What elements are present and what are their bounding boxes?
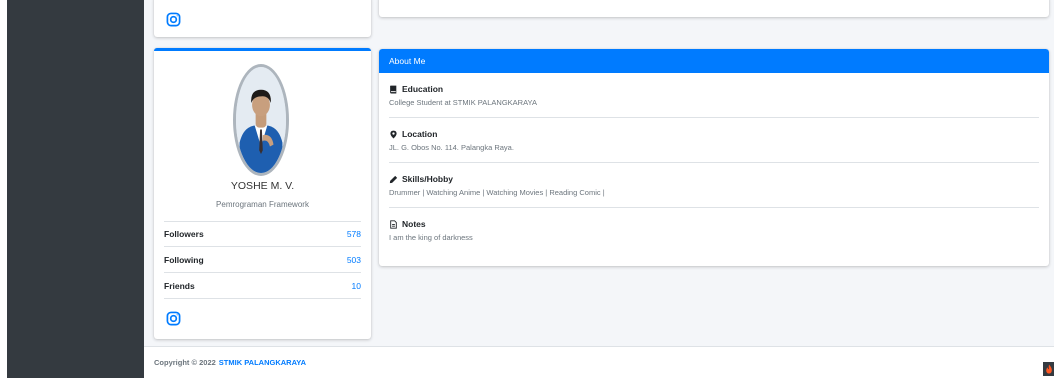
stat-label: Friends [164,280,195,291]
followers-count-link[interactable]: 578 [347,229,361,239]
book-icon [389,85,398,94]
about-item-notes: Notes I am the king of darkness [389,208,1039,253]
stat-label: Following [164,254,204,265]
about-card-header: About Me [379,49,1049,73]
education-text: College Student at STMIK PALANGKARAYA [389,98,537,107]
map-marker-icon [389,130,398,139]
flame-icon [1045,364,1052,374]
about-item-education: Education College Student at STMIK PALAN… [389,73,1039,118]
stat-friends: Friends 10 [164,273,361,299]
file-icon [389,219,398,229]
profile-name: YOSHE M. V. [230,180,295,192]
stat-followers: Followers 578 [164,221,361,247]
instagram-icon[interactable] [166,12,181,27]
about-me-card: About Me Education College Student at ST… [379,49,1049,266]
profile-card: YOSHE M. V. Pemrograman Framework Follow… [154,48,371,339]
app-frame: YOSHE M. V. Pemrograman Framework Follow… [0,0,1054,378]
profile-card-previous [154,0,371,37]
about-item-title: Education [389,84,1039,94]
about-item-title: Skills/Hobby [389,174,1039,184]
education-title: Education [402,84,444,94]
profile-stats: Followers 578 Following 503 Friends 10 [164,221,361,299]
instagram-icon[interactable] [166,311,181,326]
main-content: YOSHE M. V. Pemrograman Framework Follow… [144,0,1054,346]
corner-badge[interactable] [1043,362,1054,376]
friends-count-link[interactable]: 10 [352,281,361,291]
profile-subtitle: Pemrograman Framework [216,200,309,209]
stat-label: Followers [164,229,204,239]
notes-text: I am the king of darkness [389,233,473,242]
following-count-link[interactable]: 503 [347,255,361,265]
copyright-text: Copyright © 2022 [154,358,216,367]
about-item-skills: Skills/Hobby Drummer | Watching Anime | … [389,163,1039,208]
about-item-title: Location [389,129,1039,139]
skills-text: Drummer | Watching Anime | Watching Movi… [389,188,605,197]
sidebar [7,0,144,378]
location-text: JL. G. Obos No. 114. Palangka Raya. [389,143,514,152]
stat-following: Following 503 [164,247,361,273]
footer-link[interactable]: STMIK PALANGKARAYA [219,358,306,367]
notes-title: Notes [402,219,426,229]
about-item-location: Location JL. G. Obos No. 114. Palangka R… [389,118,1039,163]
about-item-title: Notes [389,219,1039,229]
skills-title: Skills/Hobby [402,174,454,184]
location-title: Location [402,129,438,139]
avatar-photo [236,67,286,173]
content-card-previous [379,0,1049,17]
footer: Copyright © 2022 STMIK PALANGKARAYA [144,346,1054,378]
about-card-body: Education College Student at STMIK PALAN… [379,73,1049,253]
pencil-icon [389,175,398,184]
avatar [233,64,289,176]
